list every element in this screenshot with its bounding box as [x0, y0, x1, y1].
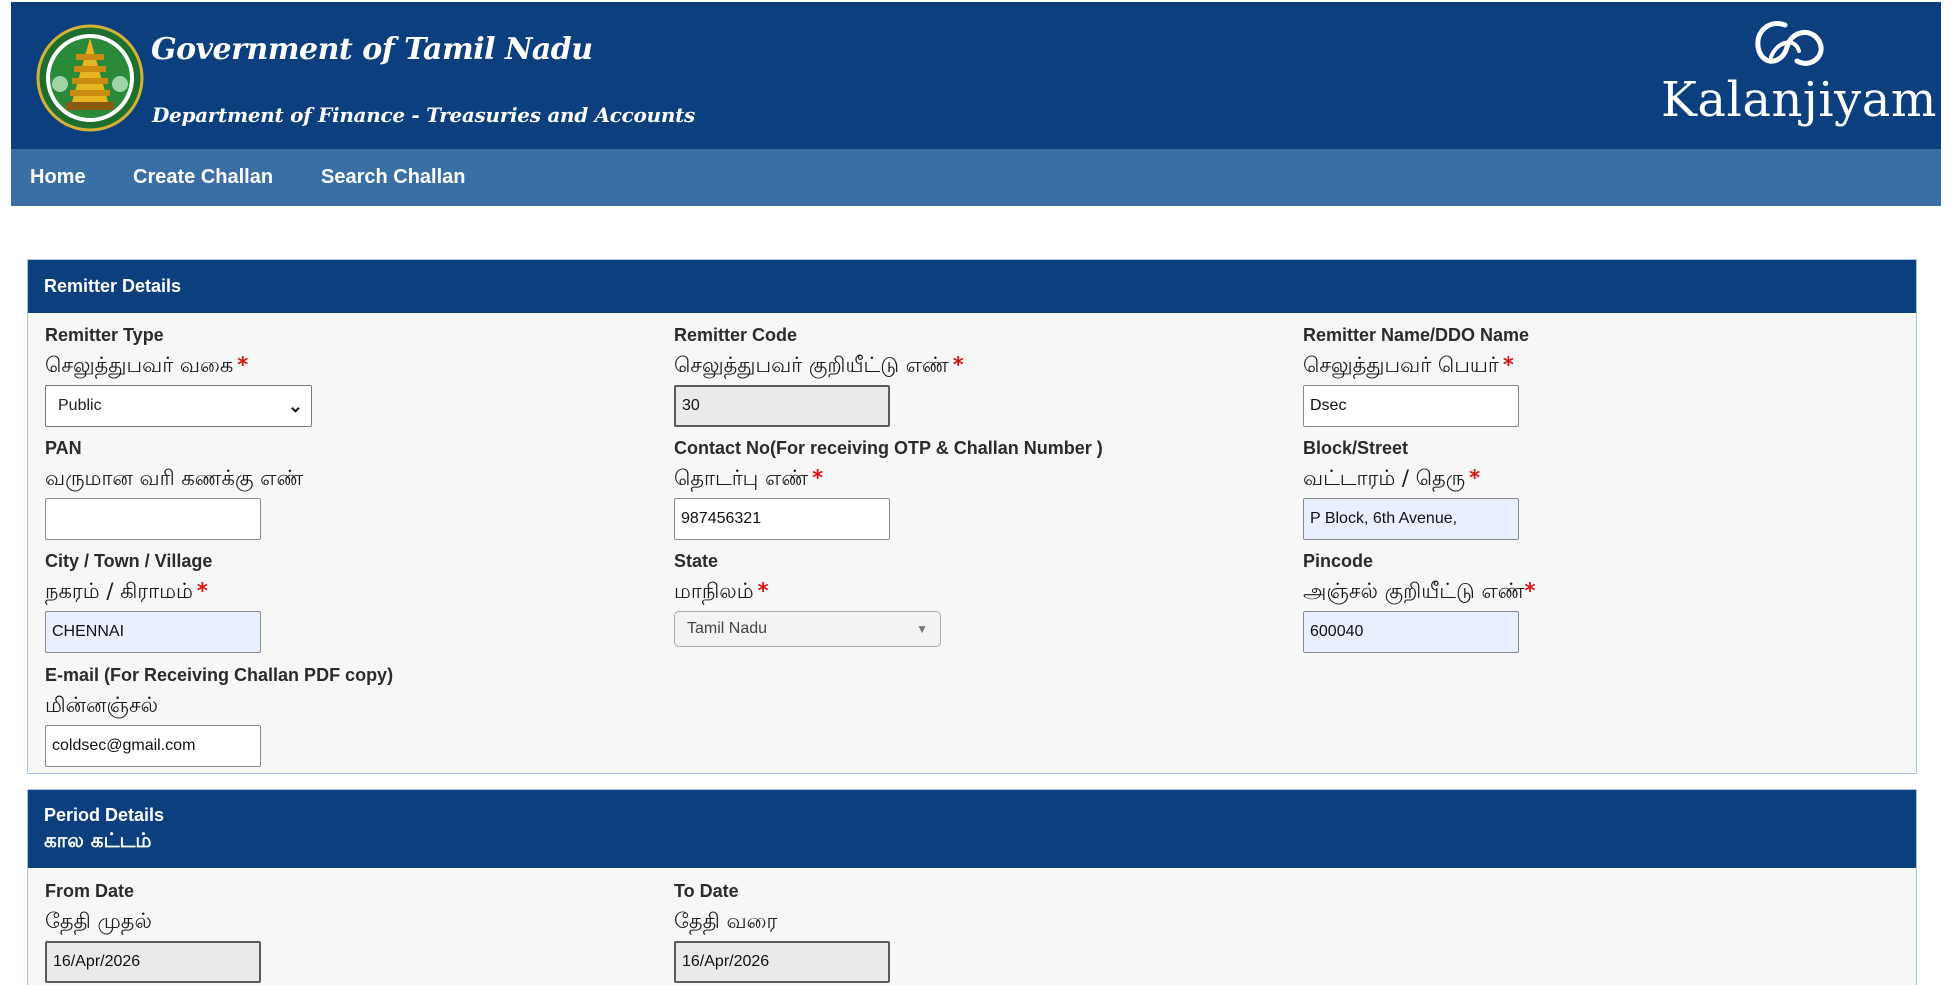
remitter-code-input[interactable]: 30: [674, 385, 890, 427]
remitter-details-panel: Remitter Details Remitter Type செலுத்துப…: [27, 259, 1917, 774]
from-date-input[interactable]: 16/Apr/2026: [45, 941, 261, 983]
block-street-label: Block/Street: [1303, 438, 1409, 458]
period-details-title: Period Details: [44, 805, 165, 825]
contact-field: Contact No(For receiving OTP & Challan N…: [674, 435, 1103, 540]
from-date-label: From Date: [45, 881, 135, 901]
required-marker: *: [1469, 466, 1481, 490]
remitter-name-label: Remitter Name/DDO Name: [1303, 325, 1530, 345]
nav-search-challan[interactable]: Search Challan: [321, 149, 466, 206]
state-label: State: [674, 551, 719, 571]
main-nav: Home Create Challan Search Challan: [11, 149, 1941, 206]
email-label: E-mail (For Receiving Challan PDF copy): [45, 665, 394, 685]
site-header: Government of Tamil Nadu Department of F…: [11, 2, 1941, 149]
nav-home[interactable]: Home: [30, 149, 86, 206]
required-marker: *: [757, 579, 769, 603]
remitter-name-field: Remitter Name/DDO Name செலுத்துபவர் பெயர…: [1303, 322, 1529, 427]
tamil-nadu-emblem-icon: [36, 24, 144, 132]
from-date-field: From Date தேதி முதல் 16/Apr/2026: [45, 878, 261, 983]
remitter-type-select[interactable]: Public ⌄: [45, 385, 312, 427]
city-field: City / Town / Village நகரம் / கிராமம் * C…: [45, 548, 261, 653]
period-details-heading: Period Details கால கட்டம்: [28, 790, 1916, 868]
required-marker: *: [1502, 353, 1514, 377]
state-value: Tamil Nadu: [687, 620, 768, 637]
nav-create-challan[interactable]: Create Challan: [133, 149, 273, 206]
contact-input[interactable]: 987456321: [674, 498, 890, 540]
remitter-type-label: Remitter Type: [45, 325, 164, 345]
state-label-ta: மாநிலம்: [674, 579, 754, 603]
email-field: E-mail (For Receiving Challan PDF copy) …: [45, 662, 393, 767]
pincode-label-ta: அஞ்சல் குறியீட்டு எண்: [1303, 579, 1525, 603]
city-label: City / Town / Village: [45, 551, 213, 571]
block-street-field: Block/Street வட்டாரம் / தெரு * P Block, 6…: [1303, 435, 1519, 540]
pan-label: PAN: [45, 438, 82, 458]
remitter-code-label-ta: செலுத்துபவர் குறியீட்டு எண்: [674, 353, 949, 377]
pan-field: PAN வருமான வரி கணக்கு எண்: [45, 435, 303, 540]
required-marker: *: [952, 353, 964, 377]
remitter-name-label-ta: செலுத்துபவர் பெயர்: [1303, 353, 1499, 377]
dropdown-arrow-icon: ▼: [916, 622, 928, 636]
remitter-type-field: Remitter Type செலுத்துபவர் வகை * Public ⌄: [45, 322, 312, 427]
pincode-input[interactable]: 600040: [1303, 611, 1519, 653]
state-select[interactable]: Tamil Nadu ▼: [674, 611, 941, 647]
chevron-down-icon: ⌄: [287, 396, 303, 416]
email-label-ta: மின்னஞ்சல்: [45, 693, 159, 717]
to-date-label: To Date: [674, 881, 739, 901]
remitter-name-input[interactable]: Dsec: [1303, 385, 1519, 427]
from-date-label-ta: தேதி முதல்: [45, 909, 152, 933]
city-label-ta: நகரம் / கிராமம்: [45, 579, 193, 603]
period-details-panel: Period Details கால கட்டம் From Date தேதி…: [27, 789, 1917, 985]
pan-input[interactable]: [45, 498, 261, 540]
block-street-input[interactable]: P Block, 6th Avenue,: [1303, 498, 1519, 540]
required-marker: *: [1524, 579, 1536, 603]
required-marker: *: [812, 466, 824, 490]
to-date-label-ta: தேதி வரை: [674, 909, 778, 933]
pan-label-ta: வருமான வரி கணக்கு எண்: [45, 466, 304, 490]
to-date-field: To Date தேதி வரை 16/Apr/2026: [674, 878, 890, 983]
pincode-label: Pincode: [1303, 551, 1374, 571]
city-input[interactable]: CHENNAI: [45, 611, 261, 653]
remitter-details-heading: Remitter Details: [28, 260, 1916, 313]
kalanjiyam-logo-icon: [1755, 21, 1824, 66]
remitter-type-label-ta: செலுத்துபவர் வகை: [45, 353, 234, 377]
block-street-label-ta: வட்டாரம் / தெரு: [1303, 466, 1466, 490]
remitter-type-value: Public: [58, 397, 102, 414]
pincode-field: Pincode அஞ்சல் குறியீட்டு எண்* 600040: [1303, 548, 1535, 653]
remitter-code-label: Remitter Code: [674, 325, 798, 345]
state-field: State மாநிலம் * Tamil Nadu ▼: [674, 548, 941, 647]
remitter-code-field: Remitter Code செலுத்துபவர் குறியீட்டு எண…: [674, 322, 964, 427]
department-title: Department of Finance - Treasuries and A…: [152, 103, 695, 127]
government-title: Government of Tamil Nadu: [151, 32, 593, 67]
required-marker: *: [237, 353, 249, 377]
email-input[interactable]: coldsec@gmail.com: [45, 725, 261, 767]
period-details-title-ta: கால கட்டம்: [44, 828, 152, 852]
brand-name: Kalanjiyam: [1661, 72, 1937, 128]
contact-label-ta: தொடர்பு எண்: [674, 466, 809, 490]
contact-label: Contact No(For receiving OTP & Challan N…: [674, 438, 1103, 458]
to-date-input[interactable]: 16/Apr/2026: [674, 941, 890, 983]
required-marker: *: [196, 579, 208, 603]
